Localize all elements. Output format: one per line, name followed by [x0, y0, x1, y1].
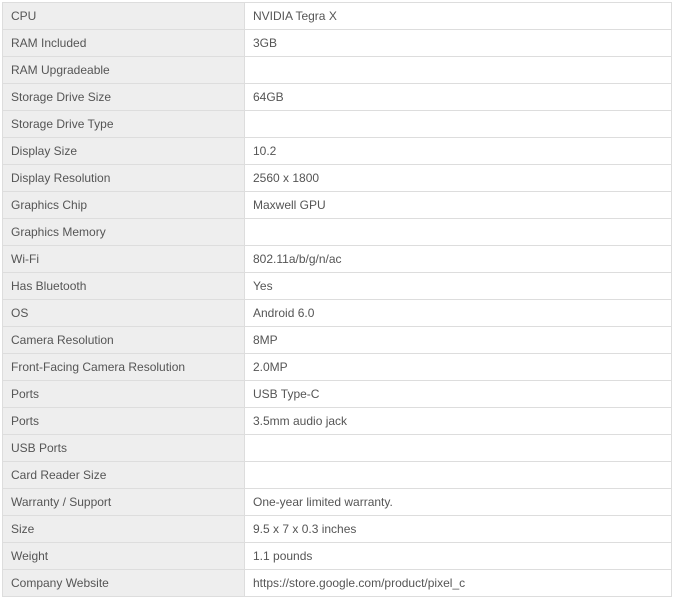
table-row: Display Size10.2	[3, 138, 672, 165]
spec-label: CPU	[3, 3, 245, 30]
table-row: OSAndroid 6.0	[3, 300, 672, 327]
spec-label: Warranty / Support	[3, 489, 245, 516]
spec-value: Android 6.0	[245, 300, 672, 327]
spec-value: One-year limited warranty.	[245, 489, 672, 516]
table-row: Front-Facing Camera Resolution2.0MP	[3, 354, 672, 381]
table-row: PortsUSB Type-C	[3, 381, 672, 408]
spec-value: 802.11a/b/g/n/ac	[245, 246, 672, 273]
spec-label: Company Website	[3, 570, 245, 597]
spec-label: RAM Included	[3, 30, 245, 57]
spec-value: 2.0MP	[245, 354, 672, 381]
spec-value: Maxwell GPU	[245, 192, 672, 219]
specs-table: CPUNVIDIA Tegra XRAM Included3GBRAM Upgr…	[2, 2, 672, 597]
spec-label: Storage Drive Type	[3, 111, 245, 138]
spec-value: Yes	[245, 273, 672, 300]
spec-label: Display Resolution	[3, 165, 245, 192]
table-row: RAM Included3GB	[3, 30, 672, 57]
spec-value	[245, 435, 672, 462]
spec-value: 10.2	[245, 138, 672, 165]
table-row: Display Resolution2560 x 1800	[3, 165, 672, 192]
specs-tbody: CPUNVIDIA Tegra XRAM Included3GBRAM Upgr…	[3, 3, 672, 597]
table-row: Camera Resolution8MP	[3, 327, 672, 354]
spec-value: 64GB	[245, 84, 672, 111]
table-row: Warranty / SupportOne-year limited warra…	[3, 489, 672, 516]
spec-label: Has Bluetooth	[3, 273, 245, 300]
spec-label: Ports	[3, 381, 245, 408]
spec-value	[245, 111, 672, 138]
spec-label: Display Size	[3, 138, 245, 165]
table-row: Storage Drive Size64GB	[3, 84, 672, 111]
table-row: RAM Upgradeable	[3, 57, 672, 84]
table-row: Card Reader Size	[3, 462, 672, 489]
spec-value: 2560 x 1800	[245, 165, 672, 192]
table-row: Ports3.5mm audio jack	[3, 408, 672, 435]
spec-label: Ports	[3, 408, 245, 435]
spec-value: USB Type-C	[245, 381, 672, 408]
spec-label: Graphics Memory	[3, 219, 245, 246]
table-row: Weight1.1 pounds	[3, 543, 672, 570]
spec-value: 1.1 pounds	[245, 543, 672, 570]
spec-value: 8MP	[245, 327, 672, 354]
table-row: Wi-Fi802.11a/b/g/n/ac	[3, 246, 672, 273]
table-row: Graphics ChipMaxwell GPU	[3, 192, 672, 219]
spec-value: 9.5 x 7 x 0.3 inches	[245, 516, 672, 543]
spec-label: Camera Resolution	[3, 327, 245, 354]
table-row: Has BluetoothYes	[3, 273, 672, 300]
table-row: Company Websitehttps://store.google.com/…	[3, 570, 672, 597]
table-row: Size9.5 x 7 x 0.3 inches	[3, 516, 672, 543]
spec-label: Wi-Fi	[3, 246, 245, 273]
spec-label: Graphics Chip	[3, 192, 245, 219]
spec-label: OS	[3, 300, 245, 327]
table-row: Storage Drive Type	[3, 111, 672, 138]
spec-value: 3GB	[245, 30, 672, 57]
spec-value: https://store.google.com/product/pixel_c	[245, 570, 672, 597]
table-row: CPUNVIDIA Tegra X	[3, 3, 672, 30]
specs-container: CPUNVIDIA Tegra XRAM Included3GBRAM Upgr…	[0, 0, 674, 599]
spec-label: RAM Upgradeable	[3, 57, 245, 84]
spec-value: 3.5mm audio jack	[245, 408, 672, 435]
spec-value: NVIDIA Tegra X	[245, 3, 672, 30]
spec-label: Card Reader Size	[3, 462, 245, 489]
spec-value	[245, 462, 672, 489]
spec-label: Size	[3, 516, 245, 543]
spec-value	[245, 219, 672, 246]
spec-label: Front-Facing Camera Resolution	[3, 354, 245, 381]
spec-label: Weight	[3, 543, 245, 570]
spec-label: USB Ports	[3, 435, 245, 462]
table-row: Graphics Memory	[3, 219, 672, 246]
spec-value	[245, 57, 672, 84]
spec-label: Storage Drive Size	[3, 84, 245, 111]
table-row: USB Ports	[3, 435, 672, 462]
